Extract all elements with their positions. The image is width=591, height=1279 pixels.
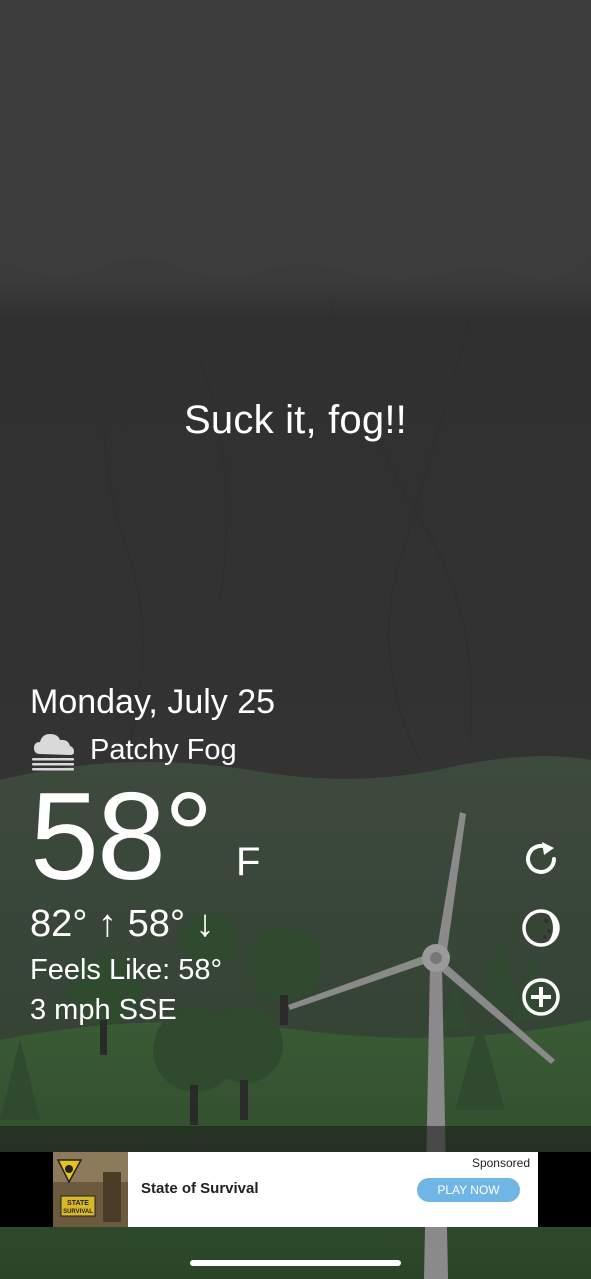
temperature-unit: F [236,840,261,884]
condition-label: Patchy Fog [90,733,237,766]
ad-sponsored-label: Sponsored [471,1156,530,1170]
moon-icon[interactable] [520,907,562,949]
feels-like: Feels Like: 58° [30,954,223,986]
condition-row: Patchy Fog [30,728,275,772]
action-buttons [520,838,562,1045]
add-icon[interactable] [520,976,562,1018]
ad-game-thumbnail[interactable]: STATE SURVIVAL [53,1152,128,1227]
ad-banner[interactable]: STATE SURVIVAL Sponsored State of Surviv… [53,1152,538,1227]
ad-title[interactable]: State of Survival [141,1180,259,1197]
home-indicator[interactable] [190,1260,401,1266]
weather-info: Monday, July 25 Patchy Fog 58° F 82° ↑ 5… [30,682,275,1028]
temperature-row: 58° F [30,775,275,899]
headline: Suck it, fog!! [184,398,407,442]
high-low-temperature: 82° ↑ 58° ↓ [30,903,215,945]
ad-play-now-button[interactable]: PLAY NOW [417,1178,520,1202]
bottom-strip [0,1126,591,1152]
date-label: Monday, July 25 [30,683,276,721]
refresh-icon[interactable] [520,838,562,880]
wind-info: 3 mph SSE [30,994,177,1026]
fog-cloud-icon [32,734,74,771]
svg-text:SURVIVAL: SURVIVAL [63,1209,93,1215]
background-scene [0,0,591,1279]
svg-text:STATE: STATE [67,1200,89,1207]
